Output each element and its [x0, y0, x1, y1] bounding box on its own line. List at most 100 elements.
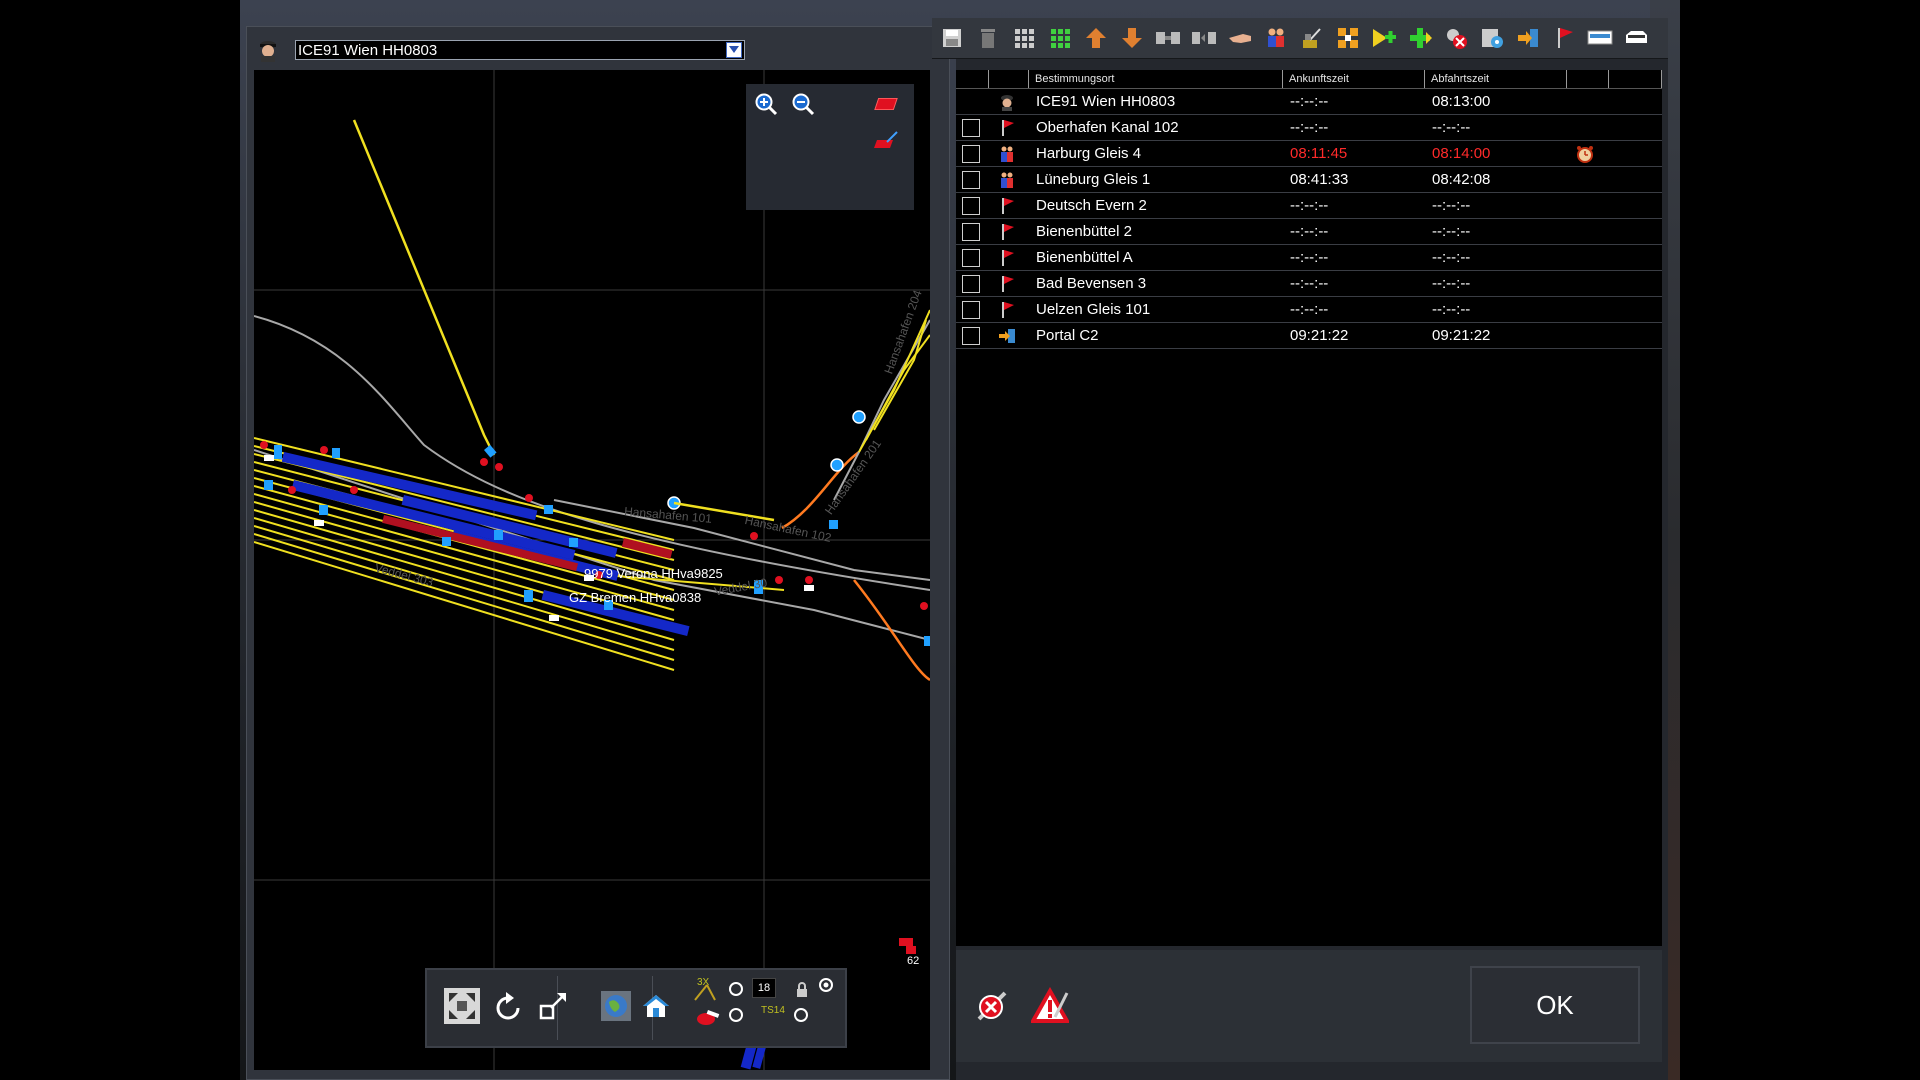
flag-icon[interactable] [1550, 24, 1578, 52]
table-row[interactable]: Portal C2 09:21:22 09:21:22 [956, 323, 1662, 349]
radio-option-4[interactable] [790, 1004, 812, 1026]
row-departure: --:--:-- [1432, 275, 1471, 292]
row-checkbox[interactable] [962, 145, 980, 163]
settings-icon[interactable] [1478, 24, 1506, 52]
uncouple-icon[interactable] [1190, 24, 1218, 52]
track-north-yellow [352, 119, 496, 456]
chevron-down-icon[interactable] [726, 42, 742, 58]
row-arrival: 08:41:33 [1290, 171, 1349, 188]
move-down-icon[interactable] [1118, 24, 1146, 52]
row-destination: Uelzen Gleis 101 [1036, 301, 1151, 318]
grid-icon[interactable] [1010, 24, 1038, 52]
crane-icon[interactable] [1298, 24, 1326, 52]
cancel-order-icon[interactable] [972, 986, 1012, 1026]
ts-label: TS14 [761, 1005, 785, 1016]
count-display: 18 [752, 978, 776, 998]
row-checkbox[interactable] [962, 327, 980, 345]
speed-label: 3X [697, 977, 710, 988]
portal-icon[interactable] [1514, 24, 1542, 52]
row-departure: 09:21:22 [1432, 327, 1491, 344]
car-list-icon[interactable] [1586, 24, 1614, 52]
trash-icon[interactable] [974, 24, 1002, 52]
loco-icon[interactable] [1622, 24, 1650, 52]
row-destination: Bienenbüttel A [1036, 249, 1133, 266]
row-departure: --:--:-- [1432, 119, 1471, 136]
move-up-icon[interactable] [1082, 24, 1110, 52]
globe-icon[interactable] [598, 988, 634, 1024]
row-checkbox[interactable] [962, 249, 980, 267]
save-icon[interactable] [938, 24, 966, 52]
hand-icon[interactable] [1226, 24, 1254, 52]
row-arrival: --:--:-- [1290, 119, 1329, 136]
assemble-icon[interactable] [1334, 24, 1362, 52]
letterbox-right [1680, 0, 1920, 1080]
col-departure[interactable]: Abfahrtszeit [1424, 70, 1566, 88]
row-checkbox[interactable] [962, 171, 980, 189]
train-label-b[interactable]: GZ Bremen HHva0838 [569, 590, 701, 605]
table-row[interactable]: Bad Bevensen 3 --:--:-- --:--:-- [956, 271, 1662, 297]
row-destination: Portal C2 [1036, 327, 1099, 344]
flag-icon [998, 197, 1016, 215]
radio-option-3[interactable] [725, 1004, 747, 1026]
portal-icon [998, 327, 1016, 345]
train-select[interactable]: ICE91 Wien HH0803 [295, 40, 745, 60]
lock-icon[interactable] [792, 980, 812, 1000]
flag-icon [998, 275, 1016, 293]
signals-red [260, 441, 928, 610]
row-destination: Oberhafen Kanal 102 [1036, 119, 1179, 136]
eraser-icon[interactable] [873, 91, 899, 117]
row-departure: 08:13:00 [1432, 93, 1491, 110]
row-arrival: 08:11:45 [1290, 145, 1348, 162]
ok-button[interactable]: OK [1470, 966, 1640, 1044]
table-row[interactable]: Lüneburg Gleis 1 08:41:33 08:42:08 [956, 167, 1662, 193]
alarm-clock-icon[interactable] [1576, 145, 1594, 163]
zoom-out-icon[interactable] [790, 91, 816, 117]
col-extra-1 [1566, 70, 1608, 88]
platform-label: 62 [907, 955, 920, 967]
resize-icon[interactable] [535, 988, 571, 1024]
orders-table: Bestimmungsort Ankunftszeit Abfahrtszeit… [956, 70, 1662, 946]
flag-icon [998, 223, 1016, 241]
col-arrival[interactable]: Ankunftszeit [1282, 70, 1424, 88]
row-checkbox[interactable] [962, 301, 980, 319]
row-checkbox[interactable] [962, 197, 980, 215]
flag-icon [998, 119, 1016, 137]
track-map[interactable]: 9979 Verona HHva9825 GZ Bremen HHva0838 … [254, 70, 930, 1070]
couple-icon[interactable] [1154, 24, 1182, 52]
passengers-icon [998, 145, 1016, 163]
train-select-value: ICE91 Wien HH0803 [298, 41, 438, 59]
table-row[interactable]: Uelzen Gleis 101 --:--:-- --:--:-- [956, 297, 1662, 323]
radio-option-1[interactable] [725, 978, 747, 1000]
warning-icon[interactable] [1030, 986, 1070, 1026]
table-header: Bestimmungsort Ankunftszeit Abfahrtszeit [956, 70, 1662, 89]
table-row[interactable]: Deutsch Evern 2 --:--:-- --:--:-- [956, 193, 1662, 219]
col-destination[interactable]: Bestimmungsort [1028, 70, 1282, 88]
train-label-a[interactable]: 9979 Verona HHva9825 [584, 566, 723, 581]
radio-option-2[interactable] [815, 974, 837, 996]
grid-green-icon[interactable] [1046, 24, 1074, 52]
table-row[interactable]: Bienenbüttel 2 --:--:-- --:--:-- [956, 219, 1662, 245]
eraser-pen-icon[interactable] [873, 128, 899, 154]
add-icon[interactable] [1406, 24, 1434, 52]
row-arrival: --:--:-- [1290, 223, 1329, 240]
remove-icon[interactable] [1442, 24, 1470, 52]
row-departure: --:--:-- [1432, 223, 1471, 240]
table-row[interactable]: Oberhafen Kanal 102 --:--:-- --:--:-- [956, 115, 1662, 141]
add-train-icon[interactable] [1370, 24, 1398, 52]
home-icon[interactable] [638, 988, 674, 1024]
rotate-icon[interactable] [490, 990, 526, 1026]
row-checkbox[interactable] [962, 275, 980, 293]
table-row[interactable]: Bienenbüttel A --:--:-- --:--:-- [956, 245, 1662, 271]
table-row[interactable]: Harburg Gleis 4 08:11:45 08:14:00 [956, 141, 1662, 167]
row-departure: 08:42:08 [1432, 171, 1491, 188]
table-row[interactable]: ICE91 Wien HH0803 --:--:-- 08:13:00 [956, 89, 1662, 115]
fullscreen-icon[interactable] [444, 988, 480, 1024]
row-arrival: --:--:-- [1290, 93, 1329, 110]
derail-icon[interactable] [693, 1002, 723, 1032]
col-icon [988, 70, 1028, 88]
zoom-in-icon[interactable] [753, 91, 779, 117]
row-checkbox[interactable] [962, 119, 980, 137]
passengers-icon[interactable] [1262, 24, 1290, 52]
row-departure: 08:14:00 [1432, 145, 1491, 162]
row-checkbox[interactable] [962, 223, 980, 241]
